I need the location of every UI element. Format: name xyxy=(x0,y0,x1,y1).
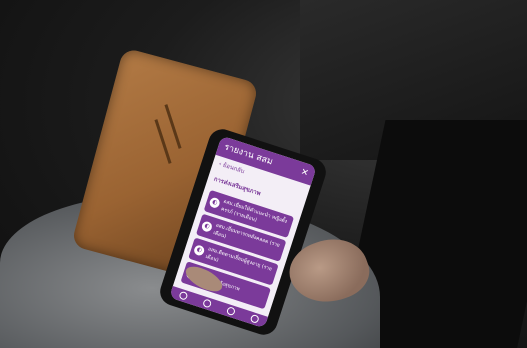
document-icon: ◐ xyxy=(200,220,214,233)
nav-dot-icon xyxy=(201,298,212,309)
nav-dot-icon xyxy=(177,290,188,301)
nav-dot-icon xyxy=(249,313,260,324)
document-icon: ◐ xyxy=(192,244,206,257)
close-icon: ✕ xyxy=(299,167,310,180)
document-icon: ◐ xyxy=(208,196,221,210)
nav-dot-icon xyxy=(225,305,236,317)
photo-scene: รายงาน สสม ✕ ‹ ย้อนกลับ การส่งเสริมสุขภา… xyxy=(0,0,527,348)
